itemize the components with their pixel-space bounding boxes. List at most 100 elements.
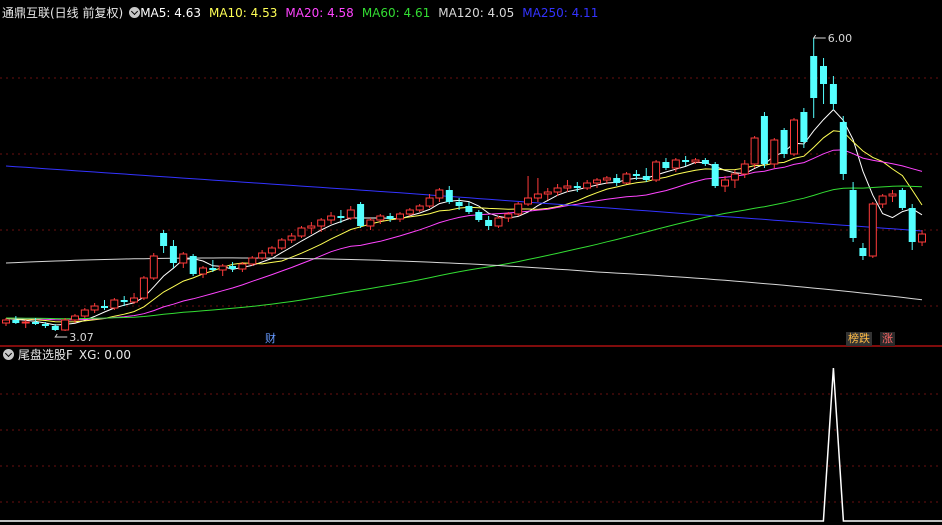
candle — [90, 303, 99, 313]
kline-chart[interactable]: 6.00 3.07 — [0, 0, 942, 525]
candle — [868, 202, 877, 258]
candle — [179, 252, 188, 268]
candle — [139, 276, 148, 300]
candle — [908, 204, 916, 250]
candle — [287, 233, 296, 243]
candle — [238, 262, 247, 272]
candle — [583, 180, 592, 190]
candle — [898, 188, 906, 210]
candle — [229, 262, 236, 272]
candle — [12, 316, 20, 324]
candle — [829, 76, 837, 110]
candle — [346, 206, 355, 220]
candle — [258, 250, 267, 260]
candle — [878, 194, 887, 208]
candle — [593, 178, 601, 188]
candle — [307, 222, 316, 234]
candle — [189, 254, 197, 276]
candle — [711, 162, 719, 188]
rise-badge[interactable]: 涨 — [880, 332, 895, 346]
candle — [425, 194, 434, 208]
candle — [248, 256, 257, 266]
candle — [790, 118, 798, 156]
finance-badge[interactable]: 财 — [263, 332, 278, 346]
candle — [2, 318, 10, 326]
candle — [396, 212, 404, 222]
ma-legend: MA5: 4.63 MA10: 4.53 MA20: 4.58 MA60: 4.61 M… — [140, 6, 606, 20]
candle — [810, 38, 818, 118]
low-price-label: 3.07 — [69, 331, 94, 344]
candle — [750, 136, 759, 168]
candle — [642, 168, 650, 182]
candle — [297, 226, 306, 238]
ma-legend-item: MA10: 4.53 — [208, 6, 278, 20]
candle — [524, 176, 532, 206]
chevron-down-icon[interactable] — [129, 7, 141, 18]
candle — [888, 190, 897, 202]
ma-legend-item: MA60: 4.61 — [361, 6, 431, 20]
candle — [760, 112, 768, 168]
candle — [622, 172, 631, 184]
candle — [366, 218, 375, 230]
candle — [435, 188, 444, 202]
candle — [682, 156, 690, 166]
indicator-title: 尾盘选股F — [18, 348, 73, 362]
candle — [563, 180, 572, 192]
high-marker — [812, 34, 826, 39]
candle — [859, 243, 867, 260]
stock-title: 通鼎互联(日线 前复权) — [2, 6, 124, 20]
candle — [445, 186, 453, 204]
candle — [504, 212, 513, 222]
candle — [160, 230, 168, 253]
candle — [721, 176, 729, 192]
candle — [101, 300, 108, 310]
main-chart-header: 通鼎互联(日线 前复权) MA5: 4.63 MA10: 4.53 MA20: 4.5… — [0, 4, 606, 22]
ma-legend-item: MA20: 4.58 — [285, 6, 354, 20]
candle — [61, 318, 70, 331]
candle — [485, 216, 493, 230]
candle — [514, 202, 523, 216]
candle — [80, 308, 89, 318]
indicator-value: XG: 0.00 — [78, 348, 132, 362]
candle — [475, 210, 483, 222]
candle — [780, 128, 788, 158]
candle — [849, 182, 857, 242]
price-extreme-labels: 6.00 3.07 — [54, 32, 853, 344]
chevron-down-icon[interactable] — [3, 349, 14, 360]
ma-legend-item: MA5: 4.63 — [140, 6, 201, 20]
candle — [199, 266, 207, 278]
ranking-badge[interactable]: 榜跌 — [846, 332, 872, 346]
candle — [327, 212, 336, 224]
candle — [918, 230, 926, 246]
candle — [494, 216, 503, 228]
candle — [465, 202, 473, 214]
candle — [277, 238, 286, 250]
candle — [110, 298, 119, 310]
ma-legend-item: MA120: 4.05 — [438, 6, 515, 20]
candle — [701, 158, 709, 166]
candle — [613, 174, 621, 186]
candle — [533, 178, 542, 202]
candle — [21, 320, 30, 328]
candle — [839, 116, 847, 180]
candle — [169, 240, 177, 268]
candle — [357, 202, 365, 228]
xg-indicator-line — [0, 367, 942, 522]
indicator-header: 尾盘选股F XG: 0.00 — [0, 346, 131, 364]
candle — [543, 188, 552, 200]
candle — [770, 138, 779, 168]
low-marker — [54, 333, 68, 338]
candle — [130, 293, 138, 304]
candle — [415, 204, 424, 212]
high-price-label: 6.00 — [828, 32, 853, 45]
candle — [820, 58, 827, 104]
ma-legend-item: MA250: 4.11 — [522, 6, 599, 20]
candle — [149, 253, 158, 280]
candle — [662, 158, 670, 170]
ma250-line — [5, 165, 923, 232]
candle — [800, 108, 808, 148]
xg-signal-line — [0, 367, 942, 522]
candle — [652, 160, 661, 182]
candle — [218, 264, 227, 276]
candlesticks — [2, 38, 926, 331]
